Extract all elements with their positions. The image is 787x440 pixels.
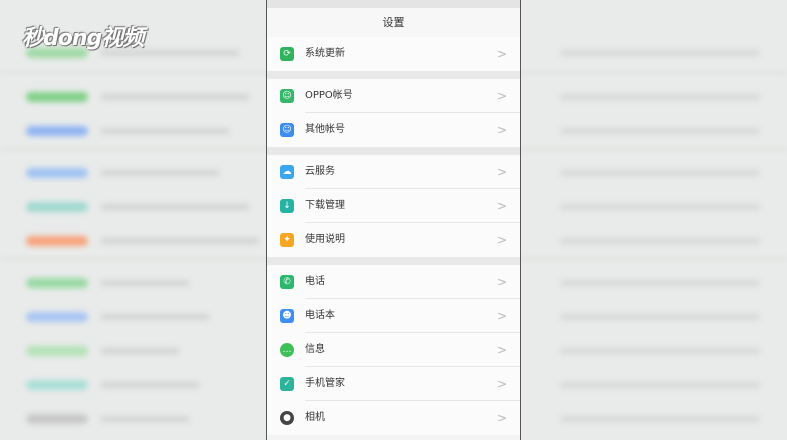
camera-icon: ● bbox=[280, 411, 294, 425]
settings-item-label: 信息 bbox=[305, 344, 325, 355]
chevron-right-icon: > bbox=[496, 123, 507, 137]
phone-icon: ✆ bbox=[280, 275, 294, 289]
system-update-icon: ⟳ bbox=[280, 47, 294, 61]
chevron-right-icon: > bbox=[496, 47, 507, 61]
settings-item-label: 手机管家 bbox=[305, 378, 345, 389]
settings-item-label: 电话 bbox=[305, 276, 325, 287]
settings-item-oppo-account[interactable]: ☺ OPPO帐号 > bbox=[267, 79, 520, 113]
settings-item-download-manager[interactable]: ↓ 下载管理 > bbox=[267, 189, 520, 223]
chevron-right-icon: > bbox=[496, 89, 507, 103]
download-icon: ↓ bbox=[280, 199, 294, 213]
chevron-right-icon: > bbox=[496, 275, 507, 289]
chevron-right-icon: > bbox=[496, 343, 507, 357]
settings-item-messages[interactable]: … 信息 > bbox=[267, 333, 520, 367]
settings-item-label: 其他帐号 bbox=[305, 124, 345, 135]
chevron-right-icon: > bbox=[496, 233, 507, 247]
settings-item-camera[interactable]: ● 相机 > bbox=[267, 401, 520, 435]
settings-item-phone-manager[interactable]: ✓ 手机管家 > bbox=[267, 367, 520, 401]
settings-item-phone[interactable]: ✆ 电话 > bbox=[267, 265, 520, 299]
lightbulb-icon: ✦ bbox=[280, 233, 294, 247]
chevron-right-icon: > bbox=[496, 309, 507, 323]
contacts-icon: ☻ bbox=[280, 309, 294, 323]
group-separator bbox=[267, 71, 520, 79]
settings-item-other-account[interactable]: ☺ 其他帐号 > bbox=[267, 113, 520, 147]
settings-panel: 设置 ⟳ 系统更新 > ☺ OPPO帐号 > ☺ 其他帐号 > ☁ 云服务 > … bbox=[266, 0, 521, 440]
chevron-right-icon: > bbox=[496, 411, 507, 425]
settings-item-label: 下载管理 bbox=[305, 200, 345, 211]
settings-item-label: 系统更新 bbox=[305, 48, 345, 59]
settings-item-label: 云服务 bbox=[305, 166, 335, 177]
settings-item-system-update[interactable]: ⟳ 系统更新 > bbox=[267, 37, 520, 71]
phone-manager-icon: ✓ bbox=[280, 377, 294, 391]
cloud-icon: ☁ bbox=[280, 165, 294, 179]
oppo-account-icon: ☺ bbox=[280, 89, 294, 103]
settings-item-label: 电话本 bbox=[305, 310, 335, 321]
chevron-right-icon: > bbox=[496, 165, 507, 179]
group-separator bbox=[267, 147, 520, 155]
message-icon: … bbox=[280, 343, 294, 357]
settings-item-label: 使用说明 bbox=[305, 234, 345, 245]
page-title: 设置 bbox=[267, 8, 520, 37]
watermark-logo: 秒dong视频 bbox=[22, 26, 144, 51]
group-separator bbox=[267, 257, 520, 265]
status-bar bbox=[267, 0, 520, 8]
settings-item-user-guide[interactable]: ✦ 使用说明 > bbox=[267, 223, 520, 257]
settings-item-label: OPPO帐号 bbox=[305, 90, 353, 101]
other-account-icon: ☺ bbox=[280, 123, 294, 137]
chevron-right-icon: > bbox=[496, 377, 507, 391]
settings-item-contacts[interactable]: ☻ 电话本 > bbox=[267, 299, 520, 333]
settings-item-cloud-service[interactable]: ☁ 云服务 > bbox=[267, 155, 520, 189]
settings-item-label: 相机 bbox=[305, 412, 325, 423]
chevron-right-icon: > bbox=[496, 199, 507, 213]
